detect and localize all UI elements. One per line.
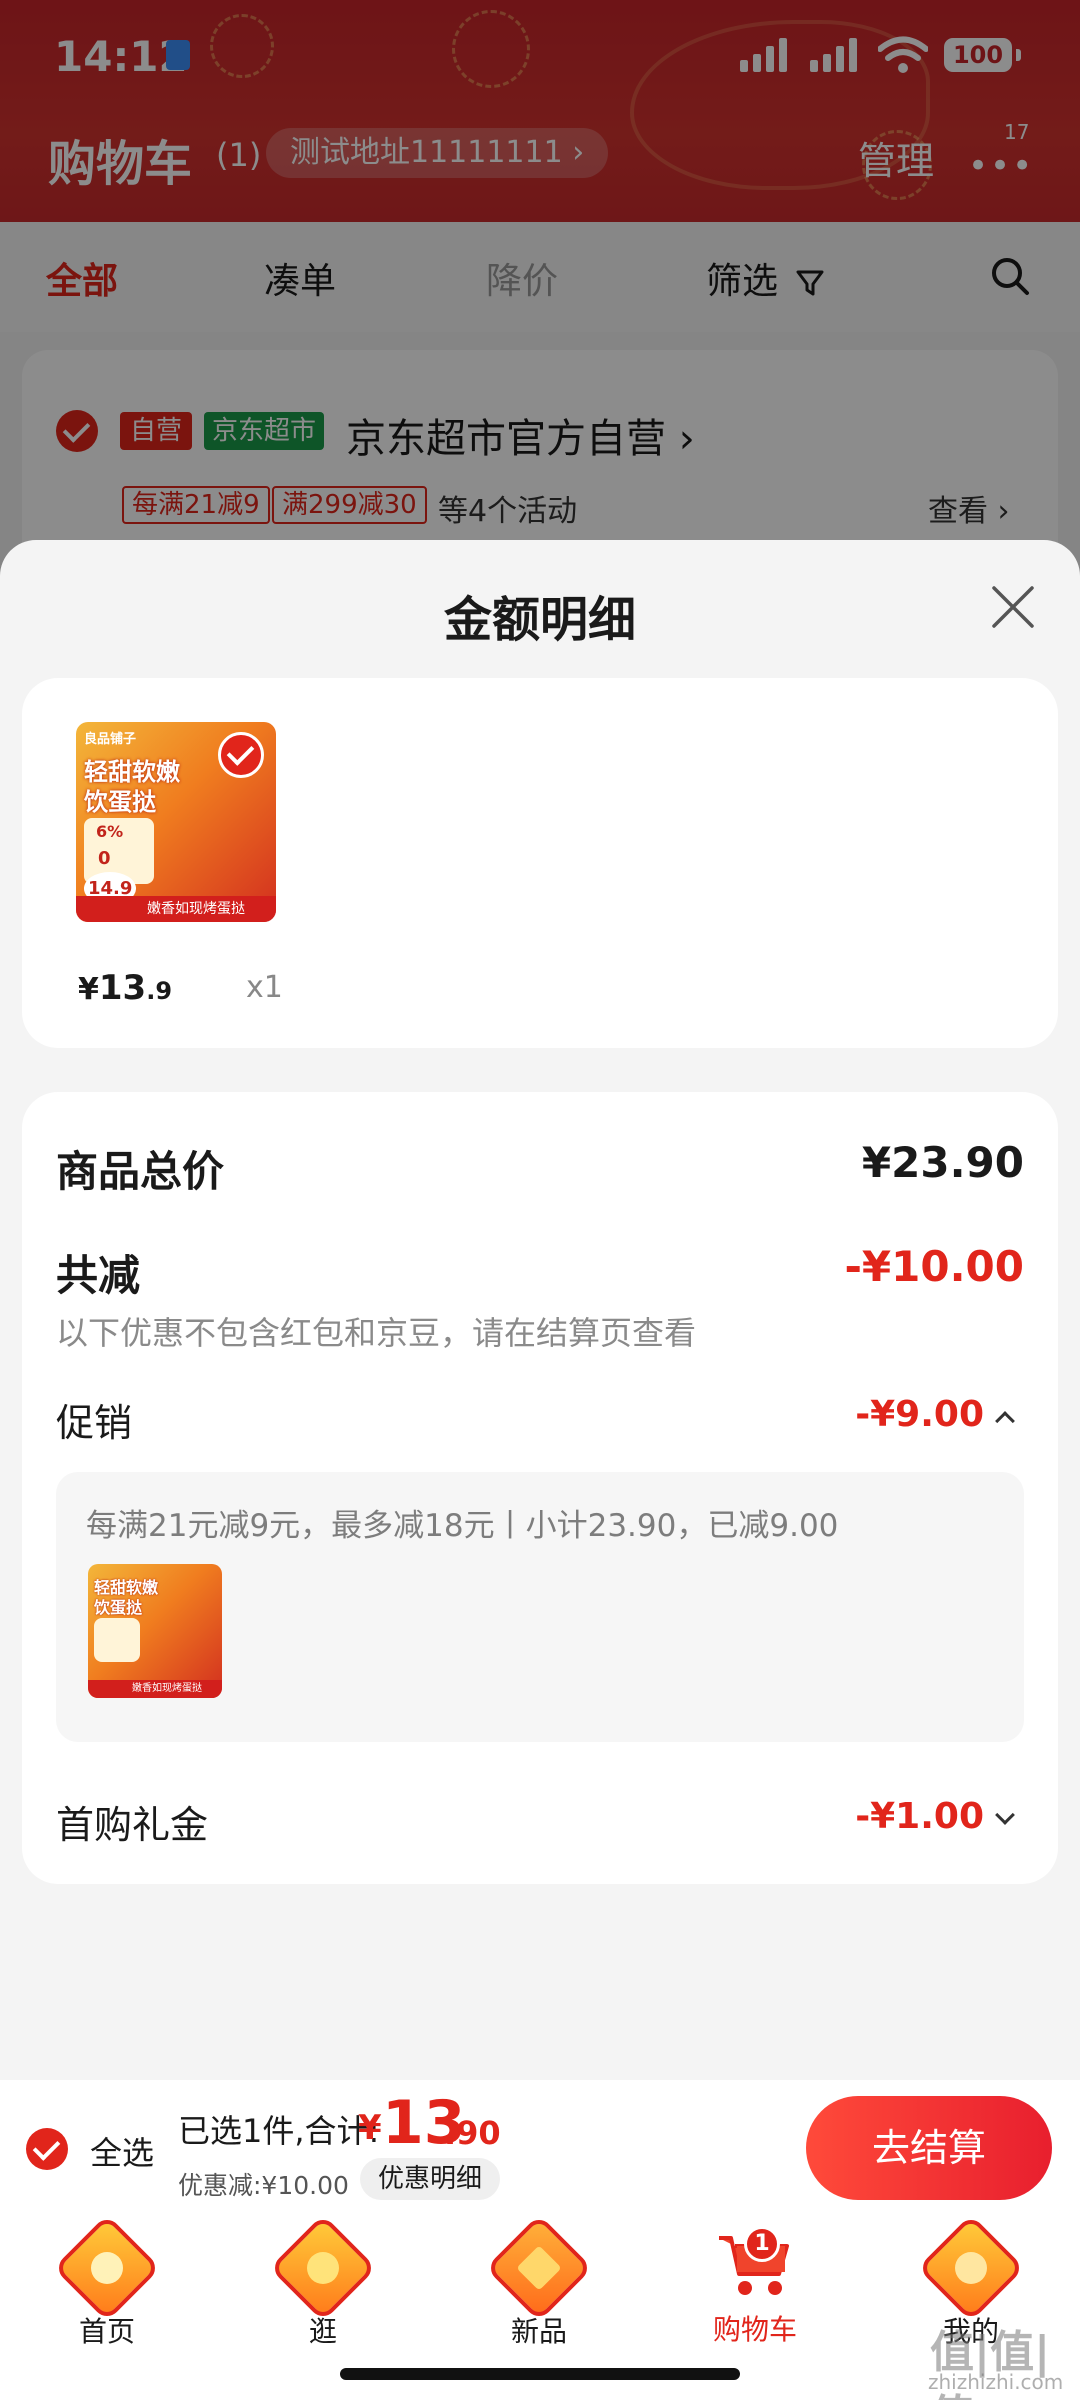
- thumb-info-panel: [94, 1618, 140, 1662]
- product-price: ¥13.9: [78, 968, 172, 1008]
- nav-label: 购物车: [712, 2313, 797, 2346]
- watermark-url: zhizhizhi.com: [928, 2370, 1064, 2394]
- select-all-label[interactable]: 全选: [90, 2128, 154, 2174]
- chevron-up-icon[interactable]: [995, 1411, 1015, 1431]
- thumb-banner: 嫩香如现烤蛋挞: [88, 1680, 222, 1698]
- home-icon: [53, 2214, 161, 2322]
- product-quantity: x1: [246, 970, 283, 1005]
- promotion-detail-text: 每满21元减9元，最多减18元丨小计23.90，已减9.00: [86, 1508, 839, 1544]
- price-int: 13: [98, 968, 147, 1008]
- discount-detail-button[interactable]: 优惠明细: [360, 2158, 501, 2200]
- selected-summary: 已选1件,合计:: [178, 2112, 380, 2150]
- product-card: 良品铺子 轻甜软嫩 饮蛋挞 6% 0 14.9 嫩香如现烤蛋挞 ¥13.9 x1: [22, 678, 1058, 1048]
- thumb-zero: 0: [98, 848, 111, 869]
- thumb-headline: 饮蛋挞: [94, 1598, 143, 1617]
- total-reduction-label: 共减: [56, 1251, 141, 1300]
- total-decimal: .90: [444, 2114, 501, 2152]
- checkout-button[interactable]: 去结算: [806, 2096, 1052, 2200]
- thumb-headline: 饮蛋挞: [84, 788, 156, 816]
- select-all-checkbox[interactable]: [26, 2128, 68, 2170]
- first-purchase-gift-label: 首购礼金: [56, 1803, 209, 1847]
- thumb-banner: 嫩香如现烤蛋挞: [76, 896, 276, 922]
- checkout-bar: 全选 已选1件,合计: ¥ 13 .90 优惠减:¥10.00 优惠明细 去结算: [0, 2080, 1080, 2220]
- selected-check-icon: [218, 732, 264, 778]
- total-price-value: ¥23.90: [861, 1138, 1024, 1187]
- promotion-detail-box: 每满21元减9元，最多减18元丨小计23.90，已减9.00 轻甜软嫩 饮蛋挞 …: [56, 1472, 1024, 1742]
- promotion-product-image: 轻甜软嫩 饮蛋挞 嫩香如现烤蛋挞: [88, 1564, 222, 1698]
- total-price-label: 商品总价: [56, 1147, 225, 1196]
- promotion-value[interactable]: -¥9.00: [855, 1394, 984, 1435]
- price-yen: ¥: [78, 972, 99, 1007]
- close-icon[interactable]: [990, 584, 1036, 630]
- nav-stroll[interactable]: 逛: [248, 2214, 398, 2350]
- nav-new-products[interactable]: 新品: [464, 2214, 614, 2350]
- product-image[interactable]: 良品铺子 轻甜软嫩 饮蛋挞 6% 0 14.9 嫩香如现烤蛋挞: [76, 722, 276, 922]
- cart-badge: 1: [744, 2226, 780, 2262]
- total-yen: ¥: [358, 2108, 382, 2148]
- home-indicator: [340, 2368, 740, 2380]
- chevron-down-icon[interactable]: [995, 1805, 1015, 1825]
- promotion-label: 促销: [56, 1401, 133, 1445]
- price-dec: .9: [146, 977, 173, 1005]
- profile-icon: [917, 2214, 1025, 2322]
- total-reduction-value: -¥10.00: [844, 1242, 1024, 1291]
- thumb-brand: 良品铺子: [84, 732, 137, 747]
- sheet-title: 金额明细: [443, 592, 636, 648]
- discount-amount: 优惠减:¥10.00: [178, 2171, 349, 2200]
- nav-home[interactable]: 首页: [32, 2214, 182, 2350]
- new-products-icon: [485, 2214, 593, 2322]
- amount-detail-sheet: 金额明细 良品铺子 轻甜软嫩 饮蛋挞 6% 0 14.9 嫩香如现烤蛋挞 ¥13…: [0, 540, 1080, 2080]
- first-purchase-gift-value[interactable]: -¥1.00: [855, 1796, 984, 1837]
- discount-note: 以下优惠不包含红包和京豆，请在结算页查看: [56, 1314, 697, 1352]
- price-summary-card: 商品总价 ¥23.90 共减 -¥10.00 以下优惠不包含红包和京豆，请在结算…: [22, 1092, 1058, 1884]
- thumb-percent: 6%: [96, 822, 124, 841]
- stroll-icon: [269, 2214, 377, 2322]
